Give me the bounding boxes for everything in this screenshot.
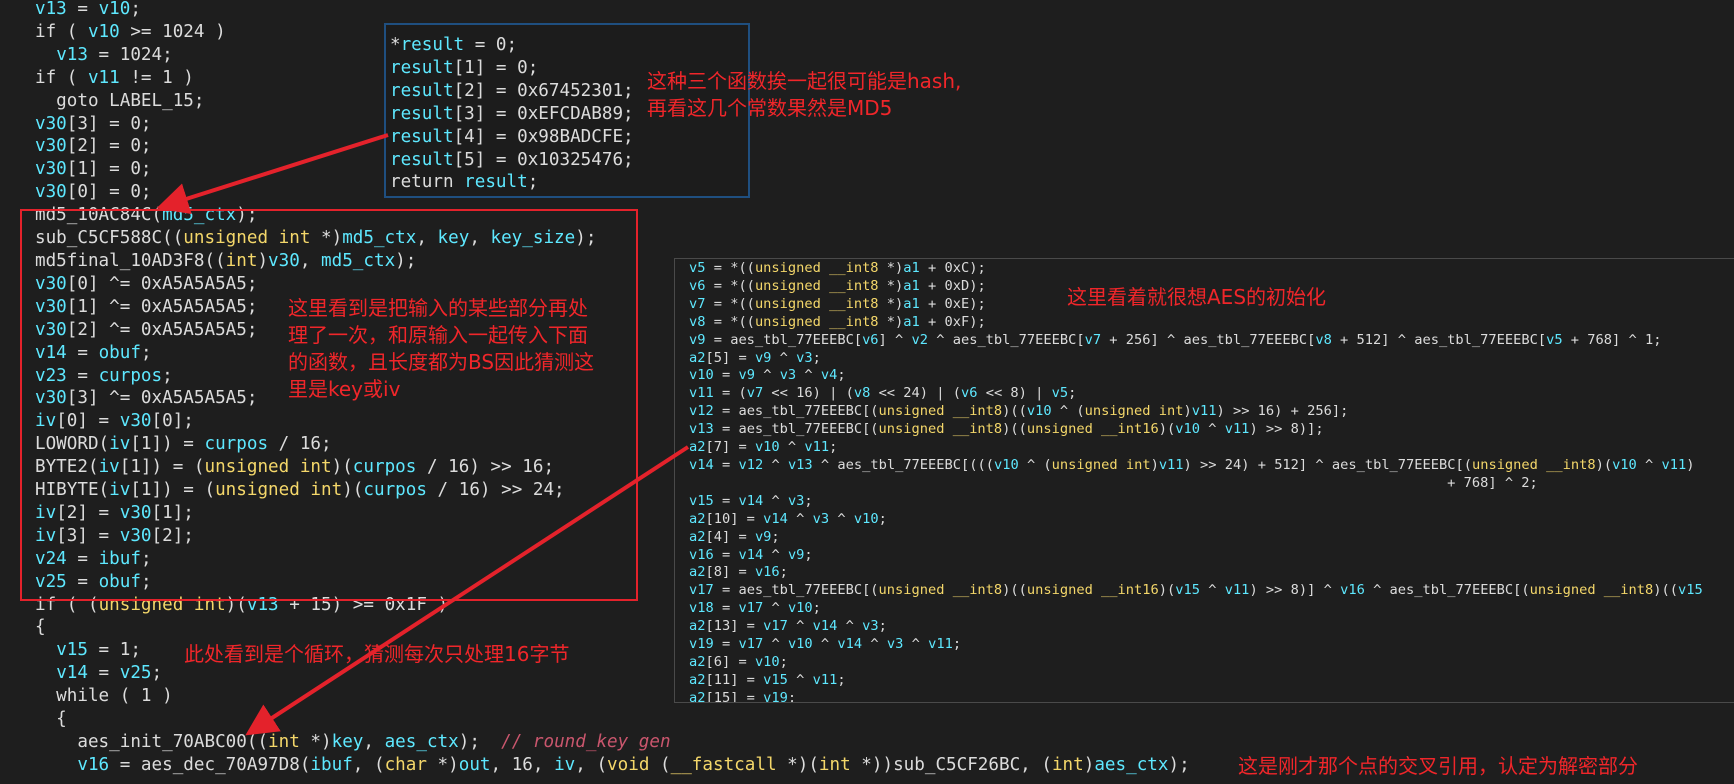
arrow-aes-to-init xyxy=(245,445,690,736)
annotation-arrows xyxy=(156,133,690,736)
arrow-popup-to-md5 xyxy=(156,133,389,215)
